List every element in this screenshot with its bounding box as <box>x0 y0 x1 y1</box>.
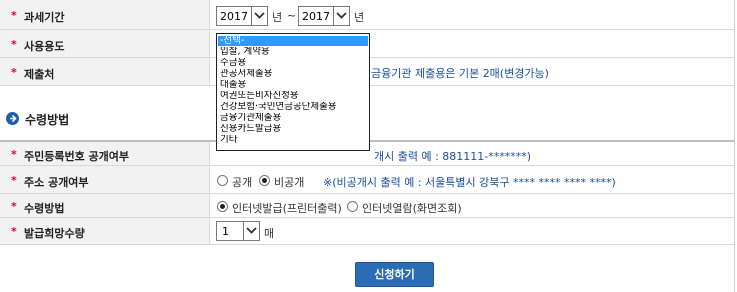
radio-print[interactable] <box>217 201 228 212</box>
label-rrn-public: 주민등록번호 공개여부 <box>24 150 130 163</box>
usage-option[interactable]: 기타 <box>218 135 368 145</box>
to-year-select[interactable]: 2017 <box>298 6 350 26</box>
required-star: * <box>11 174 17 187</box>
rrn-note: 개시 출력 예 : 881111-*******) <box>374 150 532 163</box>
radio-label-view: 인터넷열람(화면조회) <box>362 202 462 215</box>
row-label-cell: * 제출처 <box>0 58 210 85</box>
chevron-down-icon[interactable] <box>243 222 259 240</box>
usage-option[interactable]: 입찰, 계약용 <box>218 47 368 57</box>
required-star: * <box>11 66 17 79</box>
usage-option[interactable]: 대출용 <box>218 80 368 90</box>
usage-option[interactable]: 건강보험·국민연금공단제출용 <box>218 102 368 112</box>
radio-label-private: 비공개 <box>274 176 305 189</box>
row-label-cell: * 발급희망수량 <box>0 218 210 244</box>
usage-option[interactable]: 관공서제출용 <box>218 69 368 79</box>
to-year-unit: 년 <box>354 11 365 24</box>
row-label-cell: * 수령방법 <box>0 194 210 217</box>
address-note: ※(비공개시 출력 예 : 서울특별시 강북구 **** **** **** *… <box>323 176 616 189</box>
radio-address-public[interactable] <box>217 175 228 186</box>
required-star: * <box>11 200 17 213</box>
radio-address-private[interactable] <box>259 175 270 186</box>
row-label-cell: * 과세기간 <box>0 0 210 29</box>
from-year-unit: 년 <box>272 11 283 24</box>
copies-value: 1 <box>222 225 229 238</box>
usage-dropdown-list[interactable]: -선택- 입찰, 계약용 수금용 관공서제출용 대출용 여권또는비자신청용 건강… <box>216 33 370 151</box>
radio-label-print: 인터넷발급(프린터출력) <box>232 202 342 215</box>
from-year-value: 2017 <box>220 10 248 23</box>
usage-option[interactable]: 수금용 <box>218 58 368 68</box>
usage-option[interactable]: 여권또는비자신청용 <box>218 91 368 101</box>
label-tax-period: 과세기간 <box>24 11 65 24</box>
required-star: * <box>11 225 17 238</box>
row-label-cell: * 주민등록번호 공개여부 <box>0 142 210 165</box>
required-star: * <box>11 38 17 51</box>
row-address-public: * 주소 공개여부 공개 비공개 ※(비공개시 출력 예 : 서울특별시 강북구… <box>0 166 734 194</box>
label-address-public: 주소 공개여부 <box>24 176 89 189</box>
chevron-down-icon[interactable] <box>251 7 267 25</box>
copies-select[interactable]: 1 <box>216 221 260 241</box>
row-tax-period: * 과세기간 2017 년 ~ 2017 년 <box>0 0 734 30</box>
label-submit-to: 제출처 <box>24 68 55 81</box>
row-label-cell: * 사용용도 <box>0 30 210 57</box>
frame-border <box>734 0 735 292</box>
period-separator: ~ <box>287 9 297 22</box>
usage-option[interactable]: 신용카드발급용 <box>218 124 368 134</box>
row-copies: * 발급희망수량 1 매 <box>0 218 734 245</box>
arrow-circle-icon <box>6 112 19 125</box>
chevron-down-icon[interactable] <box>333 7 349 25</box>
to-year-value: 2017 <box>302 10 330 23</box>
label-copies: 발급희망수량 <box>24 227 85 240</box>
usage-option[interactable]: 금융기관제출용 <box>218 113 368 123</box>
required-star: * <box>11 9 17 22</box>
section-title: 수령방법 <box>25 113 70 127</box>
submit-to-note: 금융기관 제출용은 기본 2매(변경가능) <box>371 67 549 80</box>
required-star: * <box>11 148 17 161</box>
submit-button[interactable]: 신청하기 <box>355 262 434 287</box>
radio-view[interactable] <box>347 201 358 212</box>
usage-option[interactable]: -선택- <box>218 36 368 46</box>
radio-label-public: 공개 <box>232 176 253 189</box>
from-year-select[interactable]: 2017 <box>216 6 268 26</box>
label-usage: 사용용도 <box>24 40 65 53</box>
row-label-cell: * 주소 공개여부 <box>0 166 210 193</box>
copies-unit: 매 <box>264 227 275 240</box>
row-receive-method: * 수령방법 인터넷발급(프린터출력) 인터넷열람(화면조회) <box>0 194 734 218</box>
label-receive-method: 수령방법 <box>24 202 65 215</box>
